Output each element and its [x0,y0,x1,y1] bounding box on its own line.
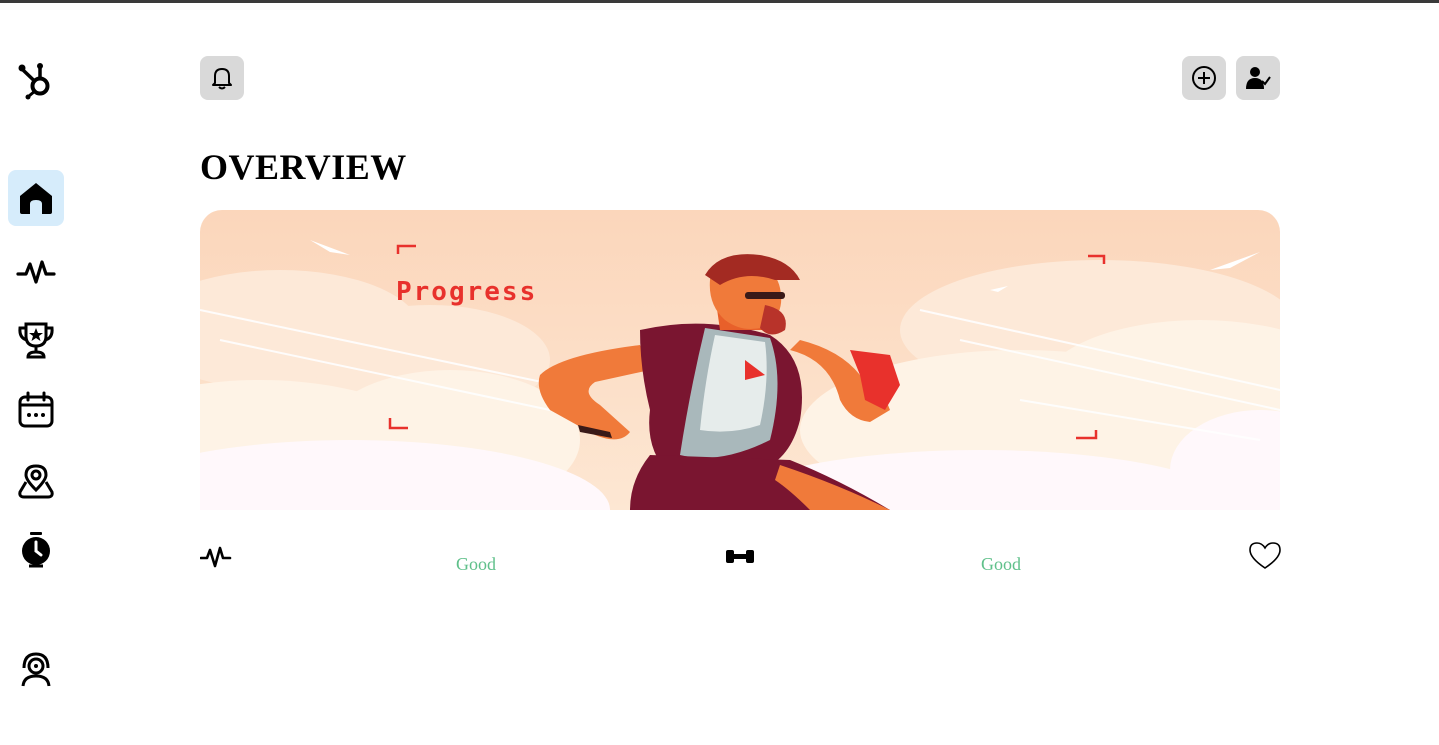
bell-icon [212,68,232,90]
stopwatch-icon [22,532,50,568]
add-button[interactable] [1182,56,1226,100]
sidebar-item-calendar[interactable] [8,382,64,438]
map-location-icon [18,464,54,499]
page-title: OVERVIEW [200,147,407,187]
home-icon [20,183,52,214]
activity-pulse-icon [199,546,232,568]
window-top-border [0,0,1439,3]
banner-text: Progress [396,277,537,307]
workout-status: Good [981,554,1021,574]
progress-banner: Progress [200,210,1280,510]
activity-status: Good [456,554,496,574]
dumbbell-icon [726,550,754,563]
sidebar-item-home[interactable] [8,170,64,226]
stat-heart[interactable] [1248,540,1282,577]
sidebar-item-activity[interactable] [8,242,64,298]
profile-button[interactable] [1236,56,1280,100]
trophy-icon [18,322,54,359]
heart-icon [1249,542,1281,569]
sidebar-item-map[interactable] [8,454,64,510]
sidebar-item-support[interactable] [8,640,64,696]
calendar-icon [18,391,54,428]
stat-activity[interactable] [199,540,232,577]
sidebar [0,0,72,745]
stat-workout[interactable] [724,540,756,577]
plus-circle-icon [1192,66,1216,90]
activity-pulse-icon [16,260,56,284]
sidebar-item-timer[interactable] [8,522,64,578]
sidebar-item-achievements[interactable] [8,312,64,368]
hubspot-logo-icon[interactable] [14,58,58,102]
support-agent-icon [21,652,51,687]
user-check-icon [1246,67,1271,89]
notifications-button[interactable] [200,56,244,100]
